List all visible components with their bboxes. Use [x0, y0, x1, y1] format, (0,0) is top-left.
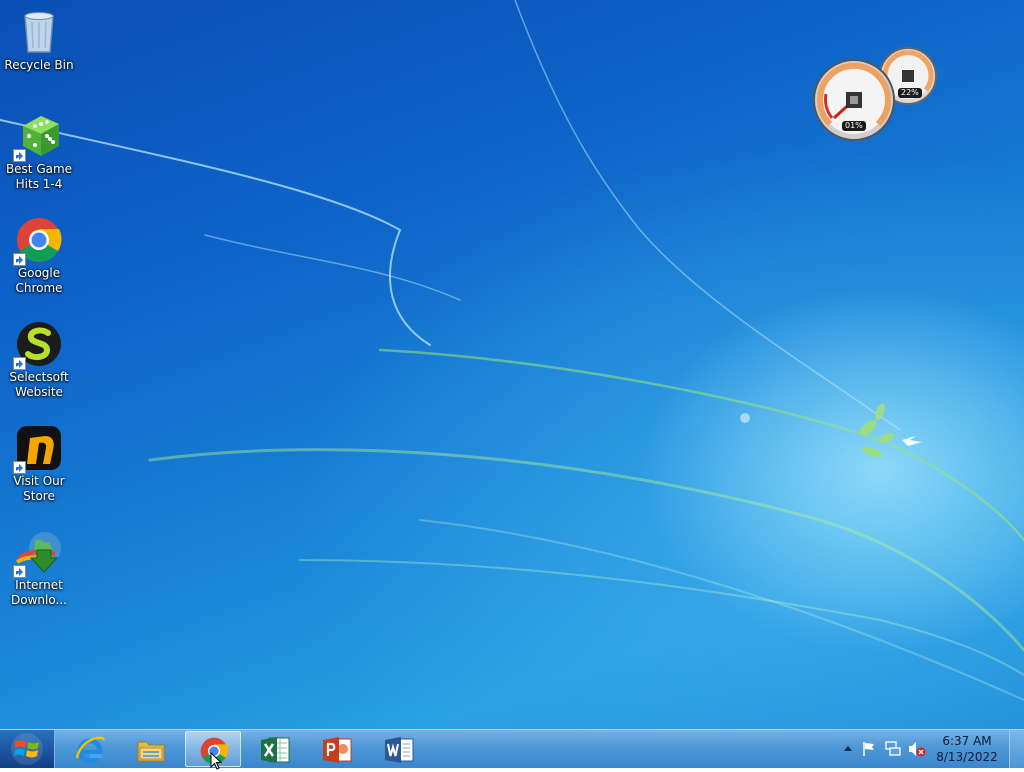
- folder-icon: [137, 741, 165, 762]
- shortcut-arrow-icon: [13, 565, 26, 578]
- action-center-flag-icon[interactable]: [861, 741, 877, 757]
- clock-date: 8/13/2022: [936, 750, 998, 764]
- chrome-icon: [13, 216, 63, 266]
- clock-time: 6:37 AM: [942, 734, 992, 748]
- desktop-icon-label: Google Chrome: [15, 266, 63, 295]
- desktop-icon-recycle-bin[interactable]: Recycle Bin: [4, 8, 74, 73]
- cpu-meter-gadget[interactable]: 01% 22%: [812, 44, 942, 144]
- memory-usage-readout: 22%: [898, 88, 922, 98]
- taskbar-word[interactable]: [371, 731, 427, 767]
- network-icon[interactable]: [885, 741, 901, 757]
- taskbar-google-chrome[interactable]: [185, 731, 241, 770]
- windows-logo-icon: [11, 733, 43, 765]
- taskbar-windows-explorer[interactable]: [123, 731, 179, 767]
- desktop-icon-label: Internet Downlo...: [11, 578, 67, 607]
- taskbar-powerpoint[interactable]: [309, 731, 365, 767]
- selectsoft-icon: [13, 320, 63, 370]
- show-hidden-icons-arrow[interactable]: [844, 745, 852, 753]
- desktop-icon-label: Best Game Hits 1-4: [5, 162, 73, 191]
- shortcut-arrow-icon: [13, 357, 26, 370]
- powerpoint-icon: [323, 737, 352, 763]
- taskbar-excel[interactable]: [247, 731, 303, 767]
- taskbar: 6:37 AM 8/13/2022: [0, 729, 1024, 770]
- internet-download-manager-icon: [13, 528, 63, 578]
- excel-icon: [261, 737, 290, 763]
- desktop-icon-internet-download-manager[interactable]: Internet Downlo...: [4, 528, 74, 608]
- taskbar-internet-explorer[interactable]: [62, 731, 118, 767]
- internet-explorer-icon: [75, 736, 106, 764]
- show-desktop-button[interactable]: [1009, 730, 1024, 768]
- cpu-usage-readout: 01%: [842, 121, 866, 131]
- desktop-icon-label: Selectsoft Website: [9, 370, 69, 399]
- desktop-icon-label: Visit Our Store: [13, 474, 65, 503]
- store-icon: [13, 424, 63, 474]
- mouse-cursor-icon: [210, 752, 222, 770]
- system-tray: 6:37 AM 8/13/2022: [834, 730, 1024, 768]
- desktop-icon-selectsoft-website[interactable]: Selectsoft Website: [4, 320, 74, 400]
- word-icon: [385, 737, 414, 763]
- desktop[interactable]: Recycle Bin Best Game Hits 1-4 Google Ch…: [0, 0, 1024, 729]
- recycle-bin-icon: [15, 8, 63, 56]
- start-button[interactable]: [0, 730, 55, 768]
- desktop-icon-google-chrome[interactable]: Google Chrome: [4, 216, 74, 296]
- desktop-icon-visit-our-store[interactable]: Visit Our Store: [4, 424, 74, 504]
- taskbar-clock[interactable]: 6:37 AM 8/13/2022: [932, 733, 1002, 765]
- volume-muted-icon[interactable]: [908, 741, 926, 757]
- desktop-icon-label: Recycle Bin: [4, 58, 74, 72]
- shortcut-arrow-icon: [13, 461, 26, 474]
- shortcut-arrow-icon: [13, 253, 26, 266]
- shortcut-arrow-icon: [13, 149, 26, 162]
- desktop-icon-best-game-hits[interactable]: Best Game Hits 1-4: [4, 112, 74, 192]
- dice-icon: [13, 112, 63, 162]
